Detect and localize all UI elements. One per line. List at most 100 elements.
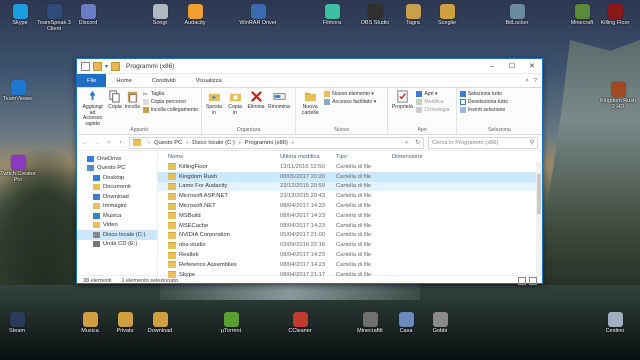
cut-button[interactable]: ✂ Taglia	[143, 91, 198, 98]
address-dropdown-icon[interactable]: ˅	[405, 140, 411, 146]
breadcrumb-local-disk[interactable]: Disco locale (C:)	[192, 140, 235, 146]
nav-item[interactable]: Unità CD (E:)	[77, 240, 157, 250]
desktop-icon-top-5[interactable]: WinRAR Driver	[238, 4, 278, 26]
desktop-icon-bottom-2[interactable]: Privato	[105, 312, 145, 334]
file-row[interactable]: Lame For Audacity 23/12/2015 20:59 Cartell…	[158, 181, 542, 192]
scrollbar[interactable]	[536, 162, 542, 275]
select-all-button[interactable]: Seleziona tutto	[459, 91, 508, 97]
file-row[interactable]: MSBuild 08/04/2017 14:23 Cartella di file	[158, 211, 542, 221]
file-type: Cartella di file	[336, 212, 372, 219]
forward-icon[interactable]: →	[93, 140, 101, 146]
paste-button[interactable]: Incolla	[125, 90, 140, 127]
maximize-button[interactable]: ☐	[502, 62, 522, 70]
nav-item[interactable]: Video	[77, 221, 157, 231]
tab-home[interactable]: Home	[106, 74, 141, 87]
new-item-button[interactable]: Nuovo elemento ▾	[324, 91, 376, 97]
minimize-button[interactable]: –	[482, 63, 502, 70]
desktop-icon-bottom-8[interactable]: Gobbi	[420, 312, 460, 334]
properties-button[interactable]: Proprietà	[391, 90, 413, 127]
desktop-icon-top-9[interactable]: Sceglie	[427, 4, 467, 26]
file-row[interactable]: Realtek 08/04/2017 14:23 Cartella di file	[158, 250, 542, 260]
tab-share[interactable]: Condividi	[142, 74, 186, 87]
help-icon[interactable]: ?	[534, 78, 537, 84]
column-date[interactable]: Ultima modifica	[280, 154, 336, 160]
close-button[interactable]: ✕	[522, 62, 542, 70]
desktop-icon-top-12[interactable]: Killing Floor	[595, 4, 635, 26]
delete-button[interactable]: Elimina	[247, 90, 265, 127]
edit-button[interactable]: Modifica	[416, 99, 449, 105]
file-row[interactable]: Kingdom Rush 08/05/2017 20:20 Cartella di …	[158, 171, 542, 182]
easy-access-button[interactable]: Accesso facilitato ▾	[324, 99, 376, 105]
breadcrumb-this-pc[interactable]: Questo PC	[154, 140, 182, 146]
column-name[interactable]: Nome	[158, 154, 280, 160]
file-row[interactable]: Microsoft ASP.NET 23/12/2015 20:43 Cartell…	[158, 191, 542, 201]
up-icon[interactable]: ↑	[117, 140, 125, 146]
search-input[interactable]: Cerca in Programmi (x86) ⚲	[428, 136, 538, 149]
nav-item[interactable]: Questo PC	[77, 164, 157, 174]
desktop-icon-bottom-3[interactable]: Download	[140, 312, 180, 334]
desktop-icon-left-1[interactable]: Twitch Creator Pro	[0, 155, 38, 183]
copy-to-button[interactable]: Copia in	[226, 90, 244, 127]
desktop-icon-bottom-5[interactable]: CCleaner	[280, 312, 320, 334]
breadcrumb-programs-x86[interactable]: Programmi (x86)	[245, 140, 288, 146]
scrollbar-thumb[interactable]	[537, 174, 541, 214]
column-size[interactable]: Dimensione	[392, 154, 452, 160]
desktop-icon-left-0[interactable]: TeamViewer	[0, 80, 38, 102]
refresh-icon[interactable]: ↻	[415, 140, 423, 146]
desktop-icon-top-4[interactable]: Audacity	[175, 4, 215, 26]
customize-chevron-icon[interactable]: ▾	[105, 63, 108, 70]
select-small-actions: Seleziona tutto Deseleziona tutto Invert…	[459, 90, 508, 127]
address-field[interactable]: › Questo PC › Disco locale (C:) › Progra…	[129, 136, 424, 149]
desktop-icon-top-3[interactable]: Songr	[140, 4, 180, 26]
nav-item[interactable]: Disco locale (C:)	[77, 230, 157, 240]
invert-selection-button[interactable]: Inverti selezione	[459, 107, 508, 113]
collapse-ribbon-icon[interactable]: ˄	[525, 78, 528, 84]
title-bar[interactable]: ▾ Programmi (x86) – ☐ ✕	[77, 59, 542, 74]
tab-view[interactable]: Visualizza	[186, 74, 232, 87]
desktop-icon-label: Kingdom Rush 2 HD	[599, 98, 637, 110]
nav-item[interactable]: Documenti	[77, 183, 157, 193]
history-button[interactable]: Cronologia	[416, 107, 449, 113]
desktop-icon-top-7[interactable]: OBS Studio	[355, 4, 395, 26]
rename-button[interactable]: Rinomina	[268, 90, 290, 127]
pin-quick-access-button[interactable]: Aggiungi ad Accesso rapido	[80, 90, 105, 127]
open-small-actions: Apri ▾ Modifica Cronologia	[416, 90, 449, 127]
back-icon[interactable]: ←	[81, 140, 89, 146]
file-row[interactable]: Microsoft.NET 08/04/2017 14:23 Cartella di…	[158, 201, 542, 211]
desktop-icon-top-2[interactable]: Discord	[68, 4, 108, 26]
select-none-button[interactable]: Deseleziona tutto	[459, 99, 508, 105]
desktop-icon-top-6[interactable]: Filmora	[312, 4, 352, 26]
desktop-icon-label: µTorrent	[220, 328, 242, 334]
nav-item[interactable]: Desktop	[77, 173, 157, 183]
desktop-icon-bottom-1[interactable]: Musica	[70, 312, 110, 334]
nav-item[interactable]: Download	[77, 192, 157, 202]
move-to-button[interactable]: Sposta in	[205, 90, 223, 127]
desktop-icon-bottom-9[interactable]: Cestino	[595, 312, 635, 334]
file-row[interactable]: MSECache 08/04/2017 14:23 Cartella di file	[158, 221, 542, 231]
open-button[interactable]: Apri ▾	[416, 91, 449, 97]
new-folder-button[interactable]: Nuova cartella	[299, 90, 321, 127]
nav-item[interactable]: Musica	[77, 211, 157, 221]
file-row[interactable]: obs-studio 03/09/2016 22:16 Cartella di fi…	[158, 240, 542, 250]
desktop-icon-bottom-0[interactable]: Steam	[0, 312, 37, 334]
desktop-icon-bottom-4[interactable]: µTorrent	[211, 312, 251, 334]
app-left-1-icon	[10, 155, 26, 170]
nav-item[interactable]: Immagini	[77, 202, 157, 212]
file-row[interactable]: NVIDIA Corporation 05/04/2017 21:00 Cartel…	[158, 231, 542, 241]
column-type[interactable]: Tipo	[336, 154, 392, 160]
file-row[interactable]: Reference Assemblies 08/04/2017 14:23 Cart…	[158, 260, 542, 270]
file-row[interactable]: Skype 08/04/2017 21:17 Cartella di file	[158, 270, 542, 280]
copy-button[interactable]: Copia	[108, 90, 122, 127]
copy-path-button[interactable]: Copia percorso	[142, 99, 198, 105]
nav-item[interactable]: OneDrive	[77, 154, 157, 164]
edit-icon	[416, 99, 423, 105]
desktop-icon-right-0[interactable]: Kingdom Rush 2 HD	[598, 82, 638, 110]
tab-file[interactable]: File	[77, 74, 107, 87]
desktop-icon-top-10[interactable]: BitLocker	[497, 4, 537, 26]
file-row[interactable]: KillingFloor 13/11/2016 12:50 Cartella di …	[158, 162, 542, 172]
paste-shortcut-button[interactable]: Incolla collegamento	[142, 107, 198, 113]
desktop-icon-bottom-6[interactable]: MinecraftIt	[350, 312, 390, 334]
recent-chevron-icon[interactable]: ˅	[105, 140, 113, 146]
properties-icon[interactable]	[81, 61, 90, 71]
new-folder-icon[interactable]	[93, 61, 102, 71]
